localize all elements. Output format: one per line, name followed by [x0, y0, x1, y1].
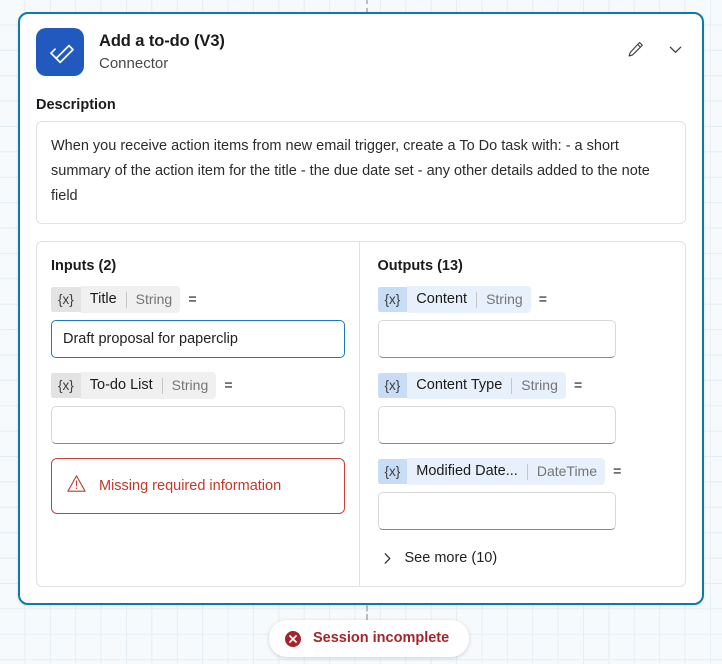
card-header: Add a to-do (V3) Connector: [20, 14, 702, 76]
input-value-todolist[interactable]: [51, 406, 345, 444]
input-param-row-title: {x} Title String =: [51, 286, 345, 313]
equals-sign: =: [224, 377, 233, 394]
output-param-row-content: {x} Content String =: [377, 286, 672, 313]
equals-sign: =: [613, 463, 622, 480]
chip-separator: [476, 291, 478, 308]
output-name-modifieddate: Modified Date...: [416, 463, 518, 479]
input-type-todolist: String: [171, 377, 209, 393]
chip-separator: [526, 463, 528, 480]
card-header-actions: [624, 40, 686, 62]
description-label: Description: [36, 97, 116, 113]
output-value-modifieddate[interactable]: [377, 492, 616, 530]
equals-sign: =: [188, 291, 197, 308]
output-param-row-contenttype: {x} Content Type String =: [377, 372, 672, 399]
output-value-content[interactable]: [377, 320, 616, 358]
pencil-icon: [626, 40, 645, 62]
equals-sign: =: [573, 377, 583, 394]
token-icon: {x}: [377, 373, 408, 398]
equals-sign: =: [538, 291, 548, 308]
token-icon: {x}: [377, 287, 408, 312]
status-badge[interactable]: Session incomplete: [269, 620, 470, 657]
output-name-contenttype: Content Type: [416, 377, 503, 393]
chip-separator: [511, 377, 513, 394]
chevron-right-icon: [381, 552, 394, 565]
output-value-contenttype[interactable]: [377, 406, 616, 444]
chip-separator: [161, 377, 163, 394]
inputs-column: Inputs (2) {x} Title String = {x}: [37, 242, 359, 586]
output-chip-body-content: Content String: [407, 286, 531, 313]
output-type-modifieddate: DateTime: [536, 463, 598, 479]
output-type-content: String: [486, 291, 523, 307]
output-param-row-modifieddate: {x} Modified Date... DateTime =: [377, 458, 672, 485]
warning-triangle-icon: [66, 473, 87, 499]
see-more-button[interactable]: See more (10): [378, 549, 498, 568]
see-more-label: See more (10): [404, 550, 498, 566]
input-name-title: Title: [89, 291, 117, 307]
collapse-button[interactable]: [664, 40, 686, 62]
card-subtitle: Connector: [99, 55, 169, 72]
missing-info-warning: Missing required information: [51, 458, 345, 514]
page-title: Add a to-do (V3): [99, 32, 225, 50]
output-chip-content[interactable]: {x} Content String: [377, 286, 531, 313]
chevron-down-icon: [667, 41, 684, 61]
output-chip-modifieddate[interactable]: {x} Modified Date... DateTime: [377, 458, 606, 485]
action-card[interactable]: Add a to-do (V3) Connector Description W…: [18, 12, 704, 605]
missing-info-warning-text: Missing required information: [99, 478, 282, 494]
token-icon: {x}: [51, 287, 81, 312]
input-chip-body-todolist: To-do List String: [80, 372, 217, 399]
error-circle-x-icon: [284, 630, 302, 648]
output-type-contenttype: String: [521, 377, 558, 393]
output-chip-contenttype[interactable]: {x} Content Type String: [377, 372, 566, 399]
todo-checkmark-icon: [36, 28, 84, 76]
input-chip-todolist[interactable]: {x} To-do List String: [51, 372, 217, 399]
card-header-text: Add a to-do (V3) Connector: [99, 28, 225, 74]
description-box: When you receive action items from new e…: [36, 121, 686, 224]
description-text: When you receive action items from new e…: [51, 138, 650, 204]
status-badge-label: Session incomplete: [313, 630, 450, 646]
input-chip-body-title: Title String: [80, 286, 181, 313]
input-param-row-todolist: {x} To-do List String =: [51, 372, 345, 399]
io-panel: Inputs (2) {x} Title String = {x}: [36, 241, 686, 587]
output-name-content: Content: [416, 291, 468, 307]
input-value-title[interactable]: [51, 320, 345, 358]
chip-separator: [125, 291, 127, 308]
inputs-heading: Inputs (2): [51, 258, 117, 274]
outputs-column: Outputs (13) {x} Content String = {x} Co…: [358, 242, 686, 586]
input-type-title: String: [135, 291, 173, 307]
token-icon: {x}: [51, 373, 81, 398]
edit-button[interactable]: [624, 40, 646, 62]
output-chip-body-modifieddate: Modified Date... DateTime: [407, 458, 606, 485]
input-name-todolist: To-do List: [89, 377, 153, 393]
output-chip-body-contenttype: Content Type String: [407, 372, 566, 399]
token-icon: {x}: [377, 459, 408, 484]
input-chip-title[interactable]: {x} Title String: [51, 286, 181, 313]
outputs-heading: Outputs (13): [377, 258, 463, 274]
